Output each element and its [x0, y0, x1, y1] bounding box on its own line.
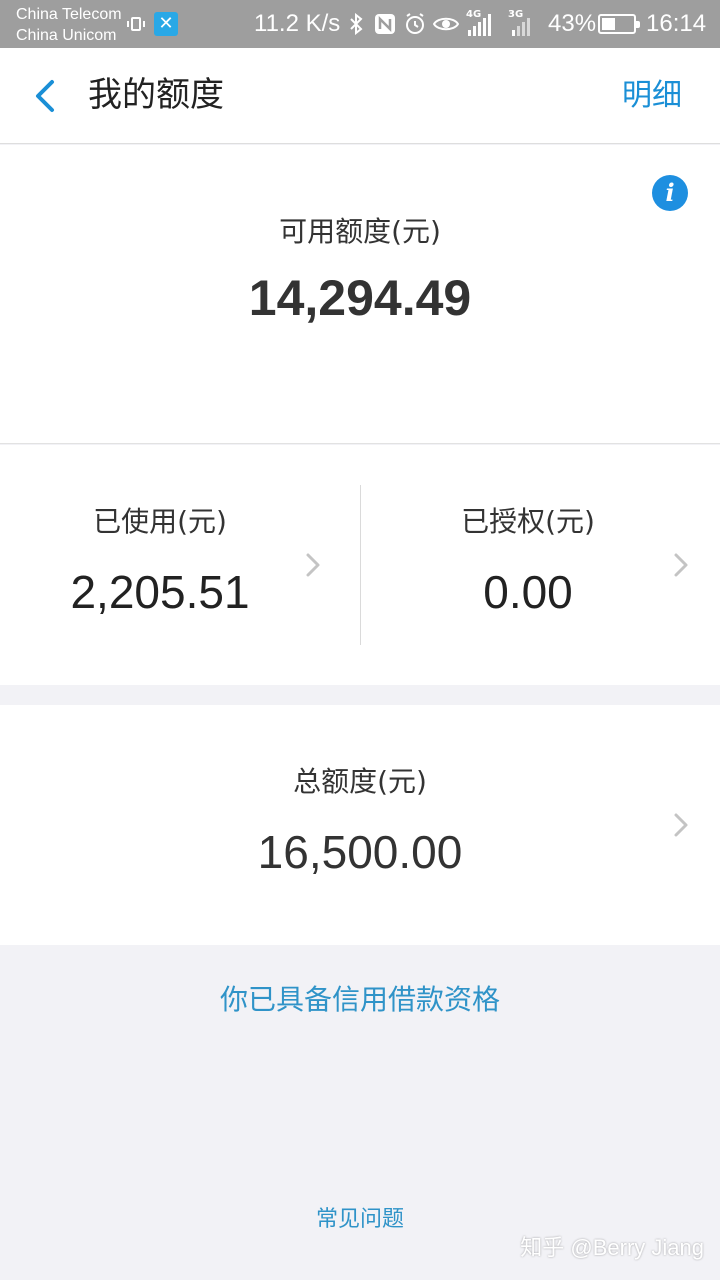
back-button[interactable] [28, 76, 62, 116]
total-credit-value: 16,500.00 [257, 826, 463, 878]
authorized-credit-value: 0.00 [483, 566, 573, 618]
used-authorized-section: 已使用(元) 2,205.51 已授权(元) 0.00 [0, 445, 720, 685]
nav-bar: 我的额度 明细 [0, 48, 720, 144]
network-speed: 11.2 K/s [254, 10, 341, 37]
page-title: 我的额度 [88, 75, 224, 115]
battery-percent: 43% [548, 10, 597, 37]
carrier-1: China Telecom [16, 6, 122, 23]
detail-link[interactable]: 明细 [622, 76, 682, 116]
chevron-right-icon [674, 813, 688, 837]
alarm-icon [402, 12, 428, 36]
battery-level [602, 18, 615, 30]
total-credit-label: 总额度(元) [293, 765, 427, 798]
total-credit-cell[interactable]: 总额度(元) 16,500.00 [0, 705, 720, 945]
watermark: 知乎 @Berry Jiang [520, 1235, 704, 1260]
carrier-2: China Unicom [16, 27, 117, 44]
signal-icon [468, 14, 491, 36]
used-credit-value: 2,205.51 [70, 566, 250, 618]
available-credit-value: 14,294.49 [248, 270, 472, 326]
app-notification-icon: ✕ [154, 12, 178, 36]
chevron-left-icon [36, 80, 54, 112]
clock: 16:14 [646, 10, 707, 37]
authorized-credit-label: 已授权(元) [461, 505, 595, 538]
available-credit-section: i 可用额度(元) 14,294.49 [0, 145, 720, 444]
eye-comfort-icon [432, 12, 460, 36]
carrier-names: China Telecom China Unicom [16, 4, 122, 46]
status-bar: China Telecom China Unicom ✕ 11.2 K/s 4G… [0, 0, 720, 48]
vibrate-icon [126, 12, 146, 36]
bluetooth-icon [346, 12, 366, 36]
used-credit-cell[interactable]: 已使用(元) 2,205.51 [0, 445, 360, 685]
chevron-right-icon [306, 553, 320, 577]
chevron-right-icon [674, 553, 688, 577]
info-icon[interactable]: i [652, 175, 688, 211]
battery-icon [598, 14, 640, 34]
used-credit-label: 已使用(元) [93, 505, 227, 538]
authorized-credit-cell[interactable]: 已授权(元) 0.00 [360, 445, 720, 685]
nfc-icon [372, 12, 398, 36]
available-credit-label: 可用额度(元) [279, 215, 441, 248]
signal-icon [512, 14, 530, 36]
eligibility-message: 你已具备信用借款资格 [219, 983, 500, 1016]
